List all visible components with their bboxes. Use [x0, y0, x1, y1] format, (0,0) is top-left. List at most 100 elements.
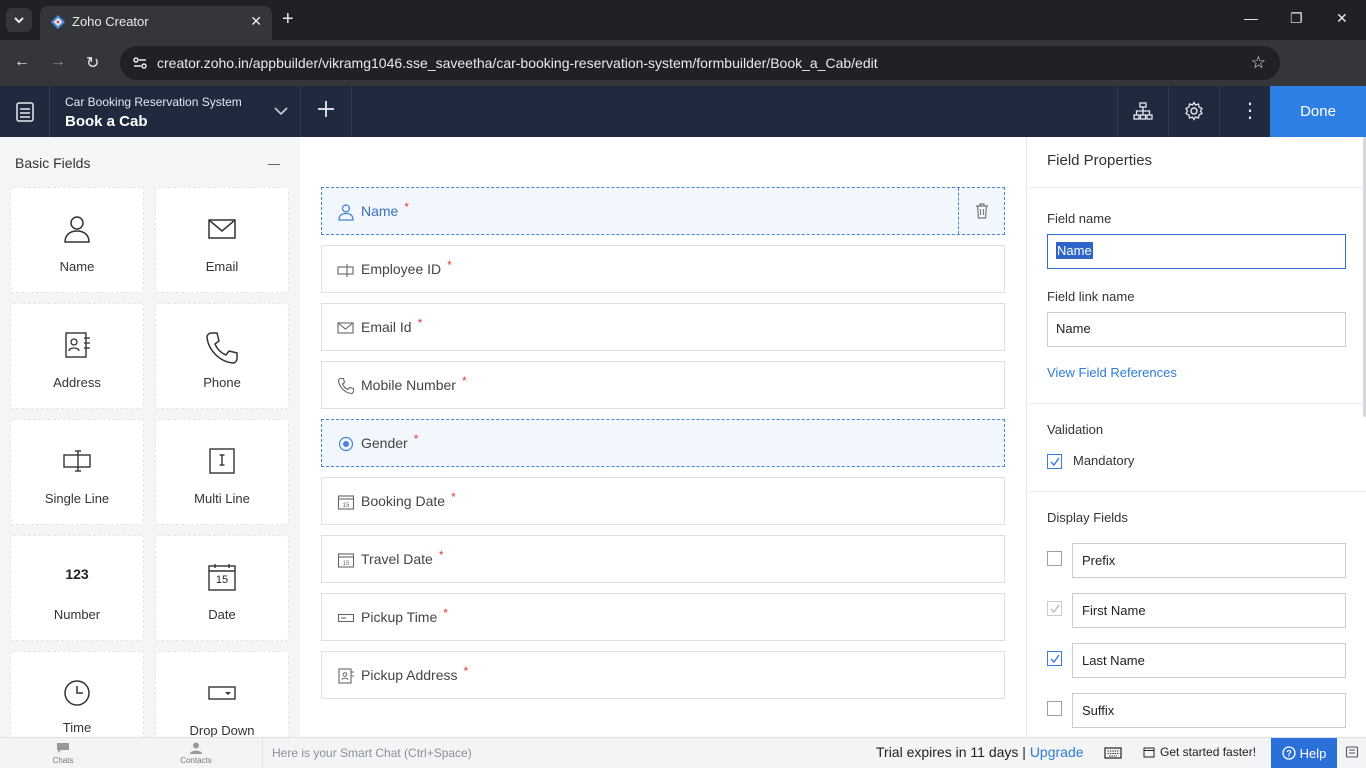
field-card-number[interactable]: 123 Number [10, 535, 144, 641]
field-properties-panel: Field Properties Field name Name Field l… [1026, 137, 1366, 737]
form-field-employee-id[interactable]: Employee ID * [321, 245, 1005, 293]
bookmark-star-icon[interactable]: ☆ [1251, 53, 1266, 73]
chats-button[interactable]: Chats [33, 742, 93, 765]
field-card-single-line[interactable]: Single Line [10, 419, 144, 525]
reload-icon[interactable]: ↻ [86, 53, 99, 73]
form-canvas: Name * Employee ID * Email Id * Mobile Numb… [300, 137, 1026, 737]
field-properties-title: Field Properties [1047, 152, 1153, 169]
prefix-checkbox[interactable] [1047, 551, 1062, 566]
field-card-time[interactable]: Time [10, 651, 144, 737]
first-name-checkbox [1047, 601, 1062, 616]
form-field-label: Gender * [361, 432, 419, 451]
upgrade-link[interactable]: Upgrade [1030, 744, 1084, 760]
form-field-travel-date[interactable]: 15 Travel Date * [321, 535, 1005, 583]
phone-icon [206, 332, 238, 364]
browser-tab-bar: Zoho Creator ✕ + — ❐ ✕ [0, 0, 1366, 40]
help-label: Help [1299, 745, 1327, 761]
address-bar-row: ← → ↻ creator.zoho.in/appbuilder/vikramg… [0, 40, 1366, 112]
minimize-icon[interactable]: — [1244, 10, 1258, 26]
keyboard-icon[interactable] [1104, 746, 1122, 760]
field-card-date[interactable]: 15 Date [155, 535, 289, 641]
app-menu-icon[interactable] [0, 86, 50, 137]
suffix-checkbox[interactable] [1047, 701, 1062, 716]
collapse-icon[interactable] [268, 164, 280, 165]
form-field-label: Email Id * [361, 316, 423, 335]
tab-close-icon[interactable]: ✕ [250, 13, 262, 30]
help-circle-icon: ? [1281, 746, 1296, 760]
field-card-name[interactable]: Name [10, 187, 144, 293]
url-field[interactable]: creator.zoho.in/appbuilder/vikramg1046.s… [120, 46, 1280, 80]
single-line-icon [337, 264, 354, 277]
field-card-label: Single Line [44, 491, 110, 506]
form-field-label: Name * [361, 200, 410, 219]
add-form-icon[interactable] [315, 98, 337, 120]
last-name-input[interactable]: Last Name [1072, 643, 1346, 678]
url-text: creator.zoho.in/appbuilder/vikramg1046.s… [157, 55, 878, 71]
svg-text:15: 15 [343, 561, 350, 567]
field-name-input[interactable]: Name [1047, 234, 1346, 269]
field-card-multi-line[interactable]: Multi Line [155, 419, 289, 525]
chats-label: Chats [52, 756, 74, 765]
person-icon [338, 204, 354, 221]
last-name-checkbox[interactable] [1047, 651, 1062, 666]
form-field-pickup-address[interactable]: Pickup Address * [321, 651, 1005, 699]
new-tab-icon[interactable]: + [282, 8, 294, 30]
browser-tab[interactable]: Zoho Creator ✕ [40, 6, 272, 40]
contacts-button[interactable]: Contacts [166, 742, 226, 765]
help-button[interactable]: ? Help [1271, 738, 1337, 768]
field-card-phone[interactable]: Phone [155, 303, 289, 409]
field-card-address[interactable]: Address [10, 303, 144, 409]
delete-field-button[interactable] [958, 188, 1004, 234]
mandatory-checkbox[interactable] [1047, 454, 1062, 469]
forward-icon[interactable]: → [50, 53, 66, 71]
first-name-input[interactable]: First Name [1072, 593, 1346, 628]
dropdown-icon [208, 686, 236, 700]
site-settings-icon[interactable] [132, 55, 148, 71]
single-line-icon [63, 450, 91, 472]
calendar-day: 15 [215, 574, 229, 586]
form-field-email-id[interactable]: Email Id * [321, 303, 1005, 351]
clock-icon [64, 680, 90, 706]
suffix-input[interactable]: Suffix [1072, 693, 1346, 728]
field-link-name-input[interactable]: Name [1047, 312, 1346, 347]
tab-title: Zoho Creator [72, 14, 149, 29]
form-name: Book a Cab [65, 113, 148, 130]
prefix-input[interactable]: Prefix [1072, 543, 1346, 578]
multi-line-icon [209, 448, 235, 474]
smart-chat-input[interactable]: Here is your Smart Chat (Ctrl+Space) [262, 738, 862, 768]
envelope-icon [337, 322, 354, 334]
more-options-icon[interactable]: ⋮ [1240, 98, 1260, 123]
basic-fields-panel: Basic Fields Name Email Address Phone Si… [0, 137, 300, 737]
tab-list-button[interactable] [6, 8, 32, 32]
form-field-gender[interactable]: Gender * [321, 419, 1005, 467]
form-field-mobile-number[interactable]: Mobile Number * [321, 361, 1005, 409]
calendar-icon: 15 [207, 562, 237, 592]
form-switch-chevron-icon[interactable] [272, 102, 290, 120]
hierarchy-icon[interactable] [1133, 101, 1153, 121]
field-link-name-label: Field link name [1047, 289, 1135, 304]
form-field-label: Booking Date * [361, 490, 456, 509]
checkmark-icon [1050, 604, 1060, 614]
form-field-pickup-time[interactable]: Pickup Time * [321, 593, 1005, 641]
get-started-button[interactable]: Get started faster! [1143, 745, 1256, 759]
trash-icon [975, 203, 988, 219]
form-field-name[interactable]: Name * [321, 187, 1005, 235]
calendar-small-icon [1143, 747, 1155, 758]
chevron-down-icon [14, 17, 24, 24]
time-field-icon [337, 613, 355, 623]
field-card-email[interactable]: Email [155, 187, 289, 293]
view-field-references-link[interactable]: View Field References [1047, 365, 1177, 380]
form-field-label: Pickup Address * [361, 664, 469, 683]
trial-status: Trial expires in 11 days | Upgrade [876, 744, 1084, 760]
window-close-icon[interactable]: ✕ [1336, 10, 1348, 27]
form-field-booking-date[interactable]: 15 Booking Date * [321, 477, 1005, 525]
done-button[interactable]: Done [1270, 86, 1366, 137]
back-icon[interactable]: ← [14, 53, 30, 71]
app-name: Car Booking Reservation System [65, 95, 242, 109]
field-card-label: Name [59, 259, 95, 274]
notifications-icon[interactable] [1345, 745, 1359, 759]
field-card-drop-down[interactable]: Drop Down [155, 651, 289, 737]
field-name-label: Field name [1047, 211, 1112, 226]
restore-icon[interactable]: ❐ [1290, 10, 1303, 27]
gear-icon[interactable] [1184, 101, 1204, 121]
